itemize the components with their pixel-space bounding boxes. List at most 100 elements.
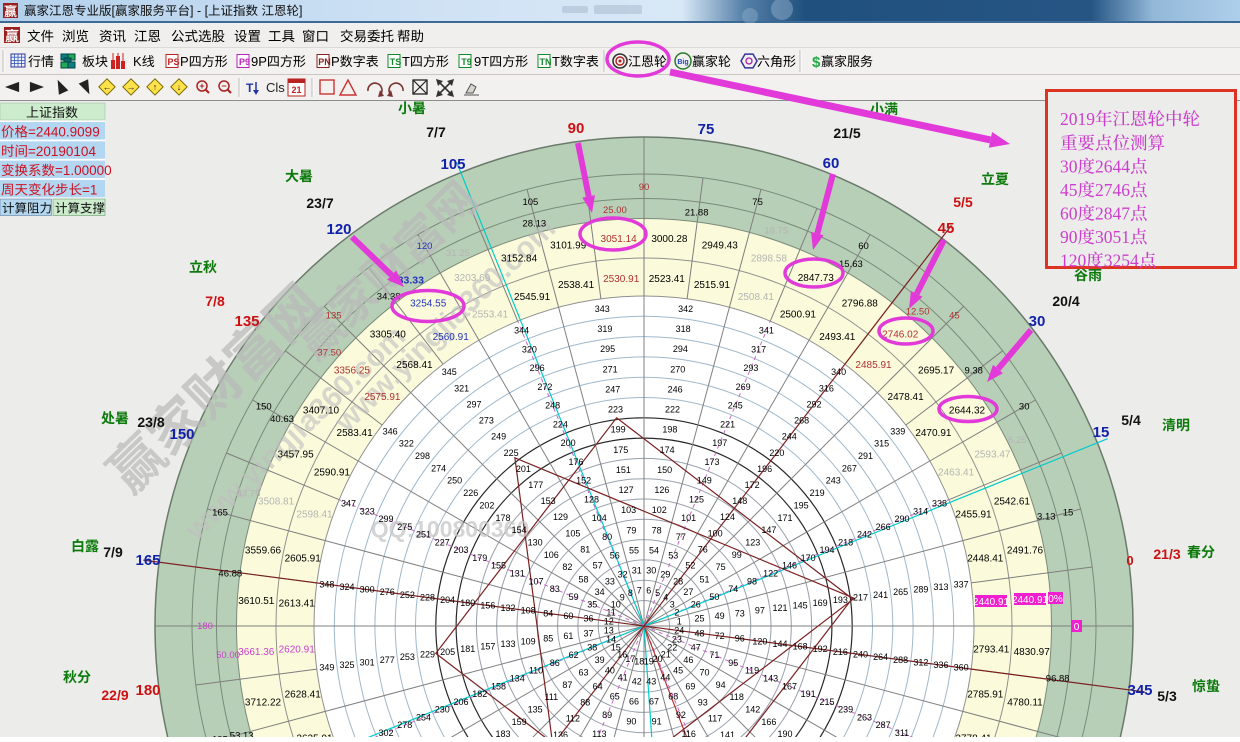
svg-text:317: 317	[751, 344, 766, 354]
svg-text:18.75: 18.75	[764, 226, 788, 237]
svg-text:80: 80	[602, 532, 612, 542]
svg-text:3152.84: 3152.84	[501, 254, 538, 265]
svg-text:30: 30	[1060, 157, 1078, 177]
svg-text:195: 195	[794, 500, 809, 510]
svg-text:200: 200	[561, 438, 576, 448]
svg-text:110: 110	[529, 666, 543, 676]
svg-text:252: 252	[400, 590, 415, 600]
svg-text:82: 82	[562, 562, 572, 572]
svg-text:Cls: Cls	[266, 80, 285, 95]
svg-text:96.88: 96.88	[1046, 674, 1070, 685]
svg-text:25.00: 25.00	[603, 205, 627, 216]
svg-text:171: 171	[777, 513, 792, 523]
svg-text:28: 28	[673, 577, 683, 587]
svg-text:−: −	[221, 81, 226, 91]
svg-text:0: 0	[1074, 622, 1080, 633]
svg-text:=1.00000: =1.00000	[55, 163, 112, 178]
svg-text:2553.41: 2553.41	[472, 309, 509, 320]
svg-text:179: 179	[472, 553, 487, 563]
svg-text:265: 265	[893, 587, 908, 597]
svg-text:2515.91: 2515.91	[694, 280, 731, 291]
svg-text:230: 230	[435, 705, 450, 715]
svg-text:194: 194	[819, 545, 834, 555]
svg-text:Big: Big	[677, 59, 688, 66]
svg-text:169: 169	[813, 598, 828, 608]
svg-text:4: 4	[663, 593, 668, 603]
svg-text:276: 276	[380, 587, 395, 597]
svg-text:9T: 9T	[474, 54, 489, 69]
svg-text:56: 56	[610, 551, 620, 561]
svg-text:75: 75	[716, 562, 726, 572]
svg-text:] - [: ] - [	[190, 4, 209, 18]
svg-text:165: 165	[135, 552, 160, 569]
svg-text:2019: 2019	[1060, 109, 1095, 129]
svg-text:70: 70	[699, 667, 709, 677]
svg-text:104: 104	[592, 513, 607, 523]
svg-text:89: 89	[602, 710, 612, 720]
svg-text:177: 177	[528, 480, 543, 490]
svg-text:197: 197	[712, 438, 727, 448]
svg-text:77: 77	[676, 532, 686, 542]
svg-text:30: 30	[1029, 313, 1046, 330]
svg-text:57: 57	[593, 561, 603, 571]
svg-text:126: 126	[654, 485, 669, 495]
svg-text:131: 131	[510, 569, 525, 579]
svg-text:274: 274	[431, 463, 446, 473]
svg-text:349: 349	[319, 663, 334, 673]
svg-text:170: 170	[801, 553, 816, 563]
svg-text:2628.41: 2628.41	[285, 689, 322, 700]
svg-text:85: 85	[543, 634, 553, 644]
svg-text:289: 289	[913, 585, 928, 595]
svg-text:24: 24	[674, 626, 684, 636]
svg-text:34: 34	[595, 587, 605, 597]
svg-text:30: 30	[1019, 402, 1030, 413]
svg-text:246: 246	[668, 384, 683, 394]
svg-text:316: 316	[819, 383, 834, 393]
svg-text:2898.58: 2898.58	[751, 254, 788, 265]
svg-text:217: 217	[853, 593, 868, 603]
svg-text:TS: TS	[390, 57, 402, 67]
svg-text:221: 221	[720, 419, 735, 429]
svg-text:2785.91: 2785.91	[967, 689, 1004, 700]
svg-text:27: 27	[683, 587, 693, 597]
svg-text:75: 75	[752, 197, 763, 208]
svg-text:90: 90	[1060, 227, 1078, 247]
svg-text:314: 314	[913, 506, 928, 516]
svg-text:3203.69: 3203.69	[454, 273, 491, 284]
svg-text:43.75: 43.75	[237, 489, 261, 500]
svg-text:62: 62	[569, 650, 579, 660]
svg-text:K: K	[133, 54, 142, 69]
svg-text:71: 71	[709, 650, 719, 660]
svg-text:134: 134	[510, 674, 525, 684]
svg-text:3457.95: 3457.95	[278, 450, 315, 461]
svg-text:3610.51: 3610.51	[238, 596, 275, 607]
svg-text:37.50: 37.50	[317, 347, 341, 358]
svg-text:203: 203	[453, 545, 468, 555]
svg-text:69: 69	[685, 682, 695, 692]
svg-text:318: 318	[676, 324, 691, 334]
svg-text:227: 227	[435, 537, 450, 547]
svg-text:2778.41: 2778.41	[955, 733, 992, 737]
svg-text:321: 321	[454, 383, 469, 393]
svg-text:180: 180	[197, 621, 213, 632]
svg-text:342: 342	[678, 304, 693, 314]
svg-text:2644.32: 2644.32	[949, 406, 986, 417]
svg-text:150: 150	[256, 402, 272, 413]
svg-text:P: P	[180, 54, 189, 69]
svg-text:158: 158	[491, 681, 506, 691]
svg-text:248: 248	[545, 401, 560, 411]
svg-text:268: 268	[794, 416, 809, 426]
svg-text:2568.41: 2568.41	[396, 360, 433, 371]
svg-text:2455.91: 2455.91	[955, 510, 992, 521]
svg-text:25: 25	[694, 614, 704, 624]
svg-text:3051: 3051	[1095, 227, 1130, 247]
svg-text:249: 249	[491, 432, 506, 442]
svg-text:105: 105	[522, 197, 538, 208]
svg-text:PN: PN	[318, 57, 331, 67]
svg-text:64: 64	[593, 682, 603, 692]
svg-text:37: 37	[583, 628, 593, 638]
svg-text:=20190104: =20190104	[28, 144, 96, 159]
svg-text:60: 60	[823, 155, 840, 172]
svg-text:345: 345	[1127, 682, 1152, 699]
svg-text:30: 30	[646, 566, 656, 576]
